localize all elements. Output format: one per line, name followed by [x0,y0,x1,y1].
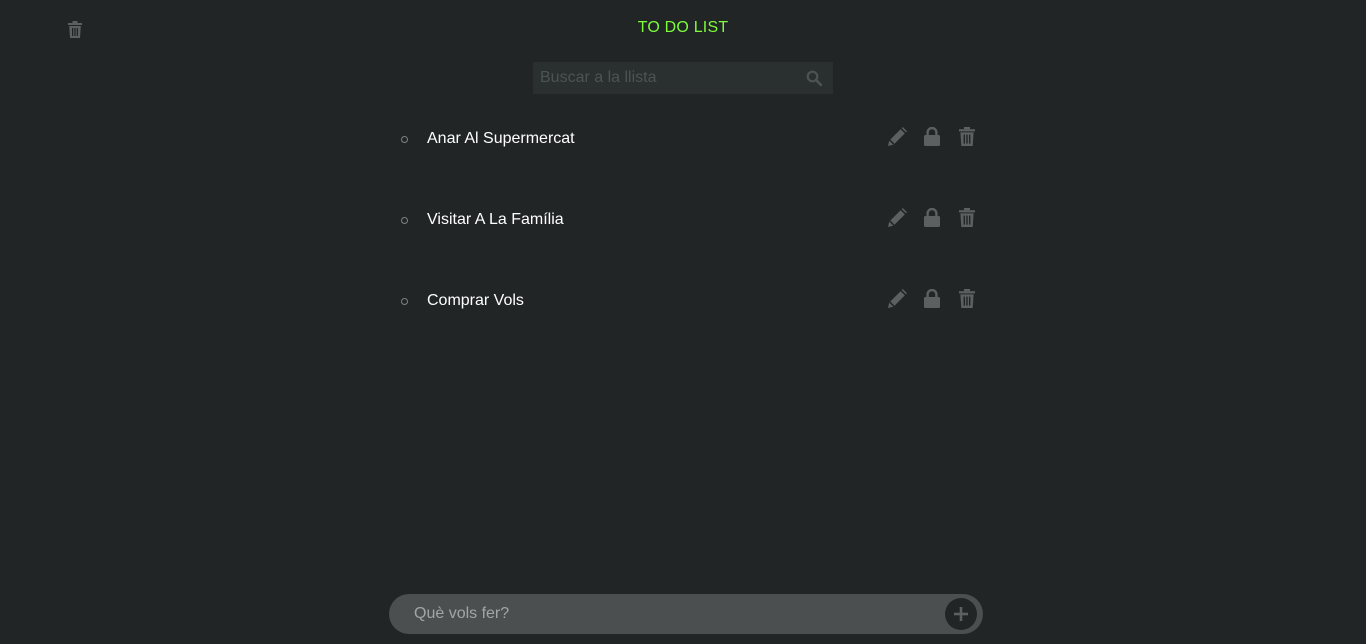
edit-task-button[interactable] [886,205,908,229]
task-actions [873,286,978,316]
search-icon [806,70,822,86]
add-task-button[interactable] [945,598,977,630]
todo-app: TO DO LIST Anar Al Supermercat Visitar A … [0,0,1366,644]
trash-icon [959,126,975,146]
trash-icon [959,207,975,227]
pencil-icon [887,288,907,308]
search-bar [533,62,833,94]
new-task-composer [389,594,983,634]
task-item[interactable]: Anar Al Supermercat [398,124,978,154]
task-label: Comprar Vols [427,292,524,309]
task-checkbox[interactable] [401,136,408,143]
search-button[interactable] [799,62,829,94]
task-item[interactable]: Visitar A La Família [398,205,978,235]
new-task-input[interactable] [389,594,945,634]
task-label: Visitar A La Família [427,211,564,228]
delete-task-button[interactable] [956,286,978,310]
lock-task-button[interactable] [921,205,943,229]
task-actions [873,205,978,235]
edit-task-button[interactable] [886,124,908,148]
search-input[interactable] [533,62,799,94]
lock-icon [924,207,940,227]
plus-icon [954,607,968,621]
task-checkbox[interactable] [401,298,408,305]
lock-icon [924,126,940,146]
lock-icon [924,288,940,308]
delete-task-button[interactable] [956,124,978,148]
trash-icon [959,288,975,308]
lock-task-button[interactable] [921,124,943,148]
task-label: Anar Al Supermercat [427,130,575,147]
pencil-icon [887,207,907,227]
delete-task-button[interactable] [956,205,978,229]
page-title: TO DO LIST [637,19,729,36]
task-checkbox[interactable] [401,217,408,224]
task-item[interactable]: Comprar Vols [398,286,978,316]
lock-task-button[interactable] [921,286,943,310]
edit-task-button[interactable] [886,286,908,310]
task-actions [873,124,978,154]
pencil-icon [887,126,907,146]
